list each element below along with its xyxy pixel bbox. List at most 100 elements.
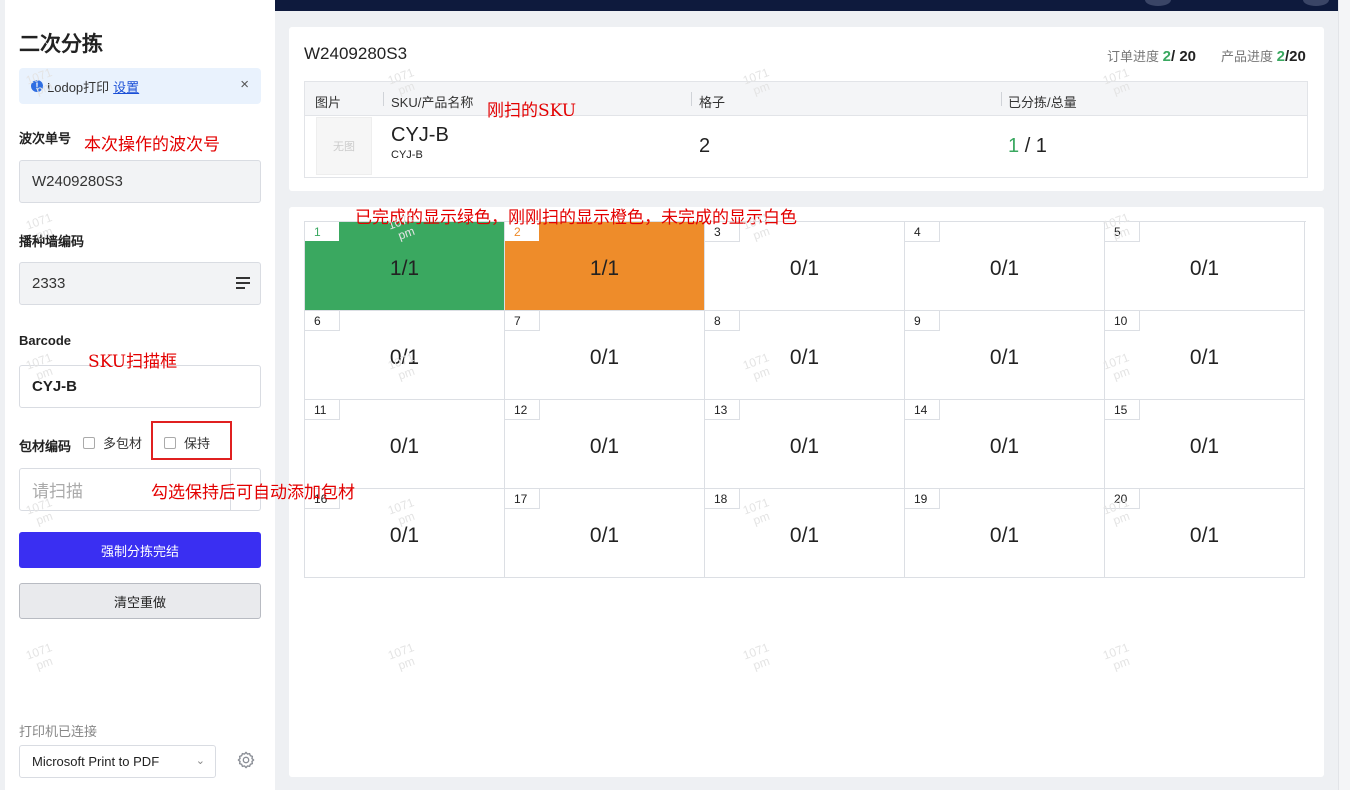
settings-link[interactable]: 设置: [113, 77, 139, 96]
slot-cell[interactable]: 18 0/1: [705, 489, 905, 578]
annotation-colors: 已完成的显示绿色，刚刚扫的显示橙色，未完成的显示白色: [355, 208, 797, 228]
nav-icon[interactable]: [1145, 0, 1171, 6]
gear-icon[interactable]: [237, 751, 255, 769]
slot-cell[interactable]: 17 0/1: [505, 489, 705, 578]
slot-cell[interactable]: 13 0/1: [705, 400, 905, 489]
slot-count: 0/1: [589, 346, 620, 369]
wall-field[interactable]: 2333: [19, 262, 261, 305]
slot-count: 1/1: [389, 257, 420, 280]
annotation-keep: 勾选保持后可自动添加包材: [151, 483, 355, 503]
slot-number-badge: 5: [1105, 222, 1140, 242]
sorted-count: 1 / 1: [1008, 135, 1047, 158]
table-row: 无图 CYJ-B CYJ-B 2 1 / 1: [304, 116, 1308, 178]
product-progress-total: /20: [1284, 48, 1306, 65]
slot-cell[interactable]: 10 0/1: [1105, 311, 1305, 400]
slot-cell[interactable]: 11 0/1: [305, 400, 505, 489]
annotation-scan-box: SKU扫描框: [88, 352, 178, 372]
slot-count: 0/1: [989, 524, 1020, 547]
multi-packing-checkbox[interactable]: 多包材: [83, 433, 142, 452]
wave-field[interactable]: W2409280S3: [19, 160, 261, 203]
slot-count: 0/1: [1189, 257, 1220, 280]
slot-number-badge: 18: [705, 489, 740, 509]
order-progress-total: / 20: [1170, 48, 1197, 65]
slot-number-badge: 15: [1105, 400, 1140, 420]
clear-redo-button[interactable]: 清空重做: [19, 583, 261, 619]
col-sorted: 已分拣/总量: [1008, 95, 1077, 110]
chevron-down-icon: ⌄: [195, 755, 205, 767]
slot-count: 0/1: [389, 524, 420, 547]
scrollbar[interactable]: [1338, 0, 1350, 790]
slot-cell[interactable]: 5 0/1: [1105, 222, 1305, 311]
slot-cell[interactable]: 3 0/1: [705, 222, 905, 311]
slot-cell[interactable]: 14 0/1: [905, 400, 1105, 489]
sku-name: CYJ-B: [391, 149, 423, 161]
wave-label: 波次单号: [19, 131, 72, 146]
slot-cell[interactable]: 4 0/1: [905, 222, 1105, 311]
slot-cell[interactable]: 2 1/1: [505, 222, 705, 311]
order-progress-done: 2: [1162, 48, 1171, 65]
barcode-value: CYJ-B: [32, 378, 78, 395]
slot-count: 0/1: [789, 524, 820, 547]
slot-count: 0/1: [1189, 435, 1220, 458]
slot-number-badge: 4: [905, 222, 940, 242]
nav-icon[interactable]: [1303, 0, 1329, 6]
slot-count: 0/1: [1189, 346, 1220, 369]
order-progress-label: 订单进度: [1107, 49, 1160, 64]
slot-count: 1/1: [589, 257, 620, 280]
product-progress: 产品进度 2/20: [1221, 46, 1306, 65]
slot-number-badge: 13: [705, 400, 740, 420]
multi-packing-label: 多包材: [103, 436, 143, 451]
sidebar: 二次分拣 ! Lodop打印 设置 × 波次单号 W2409280S3 播种墙编…: [5, 0, 275, 790]
slot-cell[interactable]: 1 1/1: [305, 222, 505, 311]
slot-cell[interactable]: 12 0/1: [505, 400, 705, 489]
slot-count: 0/1: [389, 346, 420, 369]
annotation-wave: 本次操作的波次号: [84, 135, 220, 155]
printer-name: Microsoft Print to PDF: [32, 754, 160, 769]
checkbox[interactable]: [83, 436, 95, 449]
col-image: 图片: [315, 95, 342, 110]
col-slot: 格子: [699, 95, 726, 110]
slot-cell[interactable]: 15 0/1: [1105, 400, 1305, 489]
slot-cell[interactable]: 8 0/1: [705, 311, 905, 400]
annotation-sku: 刚扫的SKU: [487, 101, 577, 121]
slot-count: 0/1: [989, 346, 1020, 369]
slot-cell[interactable]: 19 0/1: [905, 489, 1105, 578]
printer-status: 打印机已连接: [19, 724, 98, 739]
wave-value: W2409280S3: [32, 173, 123, 190]
slot-count: 0/1: [989, 435, 1020, 458]
slot-number-badge: 7: [505, 311, 540, 331]
list-menu-icon[interactable]: [236, 277, 250, 289]
slot-number-badge: 17: [505, 489, 540, 509]
slot-cell[interactable]: 7 0/1: [505, 311, 705, 400]
alert-text: Lodop打印: [47, 79, 110, 95]
slot-count: 0/1: [1189, 524, 1220, 547]
wall-value: 2333: [32, 275, 66, 292]
col-sku: SKU/产品名称: [391, 95, 474, 110]
close-icon[interactable]: ×: [240, 76, 249, 93]
product-image: 无图: [316, 117, 372, 175]
slot-number-badge: 19: [905, 489, 940, 509]
printer-select[interactable]: Microsoft Print to PDF ⌄: [19, 745, 216, 778]
sorted-done: 1: [1008, 135, 1020, 157]
slot-cell[interactable]: 6 0/1: [305, 311, 505, 400]
slot-number-badge: 12: [505, 400, 540, 420]
wall-label: 播种墙编码: [19, 234, 85, 249]
page-title: 二次分拣: [19, 33, 103, 56]
slot-cell[interactable]: 9 0/1: [905, 311, 1105, 400]
slot-number-badge: 10: [1105, 311, 1140, 331]
slot-number-badge: 20: [1105, 489, 1140, 509]
sku-code: CYJ-B: [391, 124, 449, 146]
order-id: W2409280S3: [304, 44, 408, 63]
slot-number-badge: 11: [305, 400, 340, 420]
product-progress-label: 产品进度: [1221, 49, 1274, 64]
force-complete-button[interactable]: 强制分拣完结: [19, 532, 261, 568]
lodop-alert: ! Lodop打印 设置 ×: [19, 68, 261, 104]
column-divider: [1001, 92, 1002, 106]
slot-count: 0/1: [989, 257, 1020, 280]
slot-count: 0/1: [389, 435, 420, 458]
packing-placeholder: 请扫描: [32, 482, 83, 501]
slot-cell[interactable]: 20 0/1: [1105, 489, 1305, 578]
order-progress: 订单进度 2/ 20: [1107, 46, 1196, 65]
slot-count: 0/1: [789, 257, 820, 280]
tab-stub: [95, 0, 205, 6]
